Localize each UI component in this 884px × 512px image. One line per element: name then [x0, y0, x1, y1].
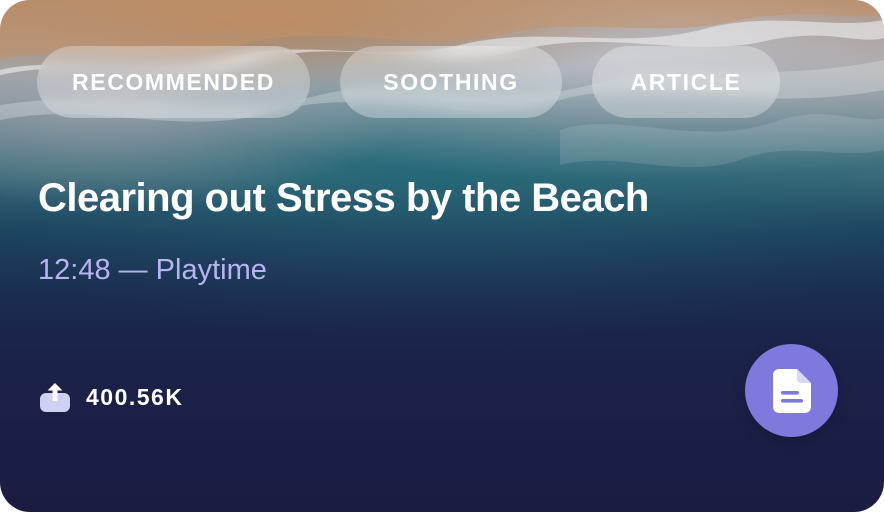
open-article-button[interactable] [745, 344, 838, 437]
tag-list: RECOMMENDED SOOTHING ARTICLE [37, 46, 780, 118]
share-upload-icon[interactable] [38, 380, 72, 414]
tag-recommended[interactable]: RECOMMENDED [37, 46, 310, 118]
share-stat: 400.56K [38, 380, 183, 414]
content-card[interactable]: RECOMMENDED SOOTHING ARTICLE Clearing ou… [0, 0, 884, 512]
tag-soothing[interactable]: SOOTHING [340, 46, 562, 118]
tag-article[interactable]: ARTICLE [592, 46, 780, 118]
document-icon [772, 368, 811, 413]
card-title: Clearing out Stress by the Beach [38, 176, 649, 220]
share-count: 400.56K [86, 383, 184, 410]
card-subtitle: 12:48 — Playtime [38, 254, 267, 286]
